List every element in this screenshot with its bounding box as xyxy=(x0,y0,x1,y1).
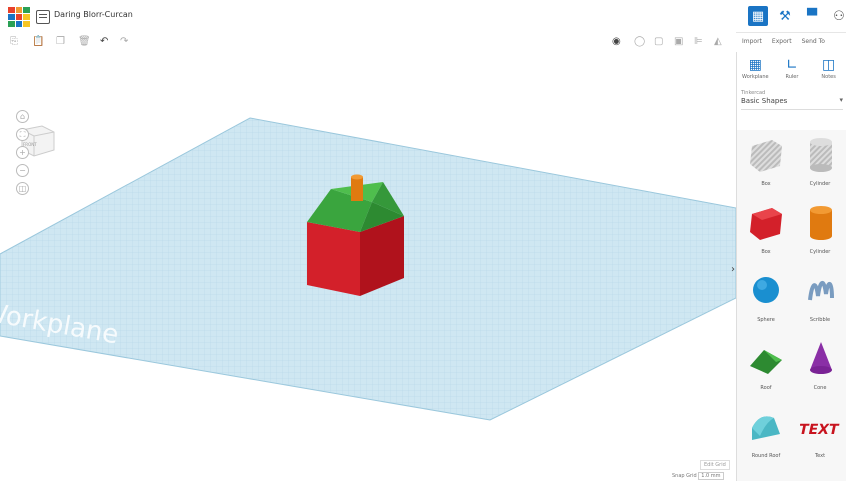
cylinder-hole-icon xyxy=(810,138,832,172)
shape-cylinder-hole[interactable]: Cylinder xyxy=(795,134,845,187)
align-icon[interactable]: ⊫ xyxy=(694,36,703,47)
logo-tile xyxy=(15,14,23,20)
shape-library: Box Cylinder Box Cylinder Sphere Scribbl… xyxy=(737,130,846,481)
logo-tile xyxy=(23,21,30,27)
shape-scribble[interactable]: Scribble xyxy=(795,270,845,323)
shapes-panel: ▦ Workplane ∟ Ruler ◫ Notes Tinkercad Ba… xyxy=(736,52,846,481)
home-view-icon[interactable]: ⌂ xyxy=(16,110,29,123)
bulb-icon[interactable]: ◯ xyxy=(634,36,645,47)
logo-tile xyxy=(15,21,23,27)
send-to-button[interactable]: Send To xyxy=(796,32,828,52)
roof-icon xyxy=(750,350,782,374)
cone-icon xyxy=(810,342,832,374)
snap-grid-label: Snap Grid xyxy=(672,473,697,479)
ungroup-icon[interactable]: ▣ xyxy=(674,36,683,47)
shape-category-select[interactable]: Tinkercad Basic Shapes ▾ xyxy=(741,90,843,110)
export-button[interactable]: Export xyxy=(766,32,796,52)
box-hole-icon xyxy=(750,140,782,172)
text-shape-icon: TEXT xyxy=(797,422,840,438)
logo-tile xyxy=(23,14,30,20)
chimney xyxy=(351,177,363,201)
snap-grid[interactable]: Snap Grid 1.0 mm xyxy=(672,472,724,480)
notes-tool[interactable]: ◫ Notes xyxy=(813,56,845,80)
logo-tile xyxy=(8,21,15,27)
3d-viewport[interactable]: Workplane FRONT ⌂ ⛶ + − ◫ xyxy=(0,52,736,481)
zoom-out-icon[interactable]: − xyxy=(16,164,29,177)
notes-icon: ◫ xyxy=(822,57,836,73)
copy-icon[interactable]: ⎘ xyxy=(10,36,18,47)
3d-design-view-icon[interactable]: ▦ xyxy=(748,6,768,26)
logo-tile xyxy=(23,7,30,13)
zoom-in-icon[interactable]: + xyxy=(16,146,29,159)
round-roof-icon xyxy=(752,416,780,440)
workplane-scene[interactable]: Workplane xyxy=(0,52,736,481)
design-title[interactable]: Daring Blorr-Curcan xyxy=(54,10,133,19)
shape-text[interactable]: TEXT Text xyxy=(795,406,845,459)
logo-tile xyxy=(15,7,23,13)
cylinder-icon xyxy=(810,206,832,240)
design-list-icon[interactable] xyxy=(36,10,50,24)
workplane-tool[interactable]: ▦ Workplane xyxy=(739,56,771,80)
shape-box-hole[interactable]: Box xyxy=(741,134,791,187)
action-tabs: Import Export Send To xyxy=(736,32,846,52)
ruler-tool[interactable]: ∟ Ruler xyxy=(776,56,808,80)
scribble-icon xyxy=(808,281,834,301)
logo-tile xyxy=(8,7,15,13)
redo-icon[interactable]: ↷ xyxy=(120,36,128,47)
chevron-down-icon: ▾ xyxy=(839,96,843,104)
snap-grid-value[interactable]: 1.0 mm xyxy=(698,472,724,480)
mirror-icon[interactable]: ◭ xyxy=(714,36,722,47)
svg-text:TEXT: TEXT xyxy=(800,422,840,438)
logo-tile xyxy=(8,14,15,20)
group-icon[interactable]: ▢ xyxy=(654,36,663,47)
bricks-icon[interactable]: ▀ xyxy=(802,6,822,26)
paste-icon[interactable]: 📋 xyxy=(32,36,44,47)
ruler-icon: ∟ xyxy=(786,57,798,73)
top-bar: Daring Blorr-Curcan ▦ ⚒ ▀ ⚇ xyxy=(0,0,846,33)
sphere-icon xyxy=(753,277,779,303)
perspective-icon[interactable]: ◫ xyxy=(16,182,29,195)
box-icon xyxy=(750,208,782,240)
import-button[interactable]: Import xyxy=(736,32,766,52)
shape-cone[interactable]: Cone xyxy=(795,338,845,391)
shape-box[interactable]: Box xyxy=(741,202,791,255)
user-icon[interactable]: ⚇ xyxy=(829,6,846,26)
workplane-icon: ▦ xyxy=(748,57,762,73)
edit-toolbar: ⎘ 📋 ❐ 🗑 ↶ ↷ ◉ ◯ ▢ ▣ ⊫ ◭ xyxy=(0,32,736,53)
collapse-panel-chevron-icon[interactable]: › xyxy=(731,264,735,275)
undo-icon[interactable]: ↶ xyxy=(100,36,108,47)
delete-icon[interactable]: 🗑 xyxy=(78,36,91,47)
shape-roof[interactable]: Roof xyxy=(741,338,791,391)
shape-sphere[interactable]: Sphere xyxy=(741,270,791,323)
box-front xyxy=(307,222,360,296)
edit-grid-button[interactable]: Edit Grid xyxy=(700,460,730,470)
shape-cylinder[interactable]: Cylinder xyxy=(795,202,845,255)
show-all-icon[interactable]: ◉ xyxy=(612,36,621,47)
build-icon[interactable]: ⚒ xyxy=(775,6,795,26)
fit-view-icon[interactable]: ⛶ xyxy=(16,128,29,141)
duplicate-icon[interactable]: ❐ xyxy=(56,36,65,47)
tinkercad-logo[interactable] xyxy=(8,7,30,27)
shape-round-roof[interactable]: Round Roof xyxy=(741,406,791,459)
